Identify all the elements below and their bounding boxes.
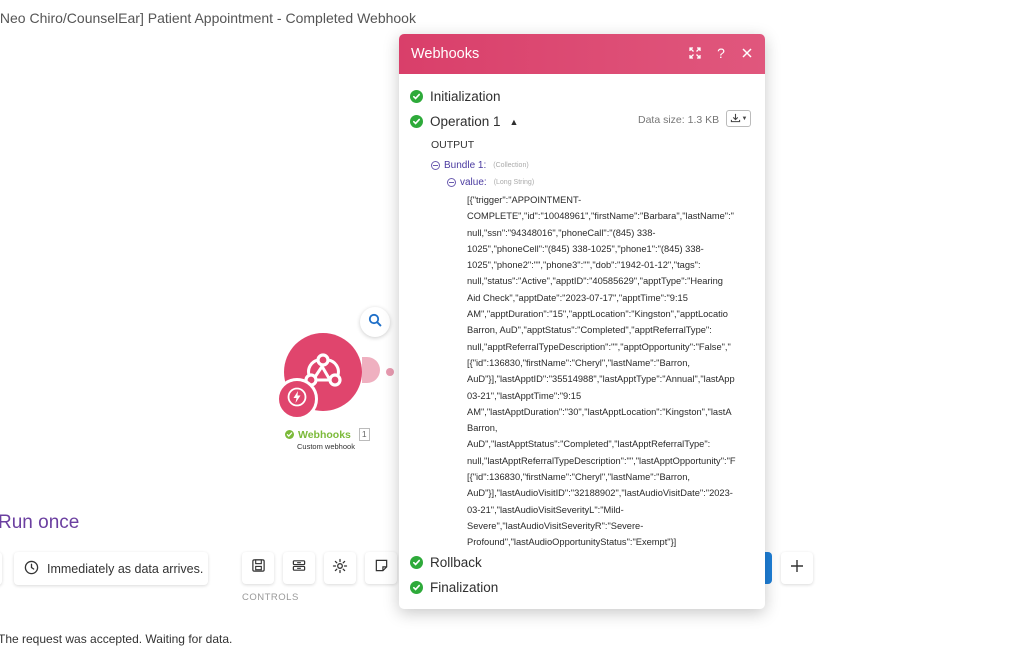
value-line: [{"id":136830,"firstName":"Cheryl","last… [467, 472, 690, 483]
value-line: AuD"}],"lastAudioVisitID":"32188902","la… [467, 488, 733, 499]
collapse-icon[interactable] [431, 161, 440, 170]
notes-icon [374, 558, 389, 578]
close-icon[interactable] [741, 46, 753, 60]
value-line: AM","lastApptDuration":"30","lastApptLoc… [467, 406, 732, 417]
data-size: Data size: 1.3 KB [638, 114, 720, 126]
value-content: [{"trigger":"APPOINTMENT- COMPLETE","id":… [467, 192, 753, 552]
value-node[interactable]: value: (Long String) [447, 177, 534, 188]
expand-icon[interactable] [689, 46, 701, 60]
value-line: Severe","lastAudioVisitSeverityR":"Sever… [467, 520, 644, 531]
value-line: AM","apptDuration":"15","apptLocation":"… [467, 309, 728, 320]
value-label: value: [460, 177, 487, 188]
save-icon [251, 558, 266, 578]
check-icon [410, 115, 423, 128]
step-label: Rollback [430, 555, 482, 570]
check-icon [285, 430, 294, 439]
clock-icon [24, 560, 39, 578]
value-line: 1025","phoneCell":"(845) 338-1025","phon… [467, 243, 704, 254]
value-line: null,"ssn":"94348016","phoneCall":"(845)… [467, 227, 656, 238]
webhooks-output-panel: Webhooks ? Initialization Operation 1 ▲ … [399, 34, 765, 609]
auto-align-button[interactable] [283, 552, 315, 584]
download-icon [730, 110, 741, 128]
add-button[interactable] [781, 552, 813, 584]
step-finalization[interactable]: Finalization [410, 580, 498, 595]
value-line: 03-21","lastApptTime":"9:15 [467, 390, 582, 401]
value-line: 03-21","lastAudioVisitSeverityL":"Mild- [467, 504, 624, 515]
status-message: The request was accepted. Waiting for da… [0, 632, 233, 646]
step-label: Initialization [430, 89, 501, 104]
bundle-1-node[interactable]: Bundle 1: (Collection) [431, 160, 529, 171]
check-icon [410, 556, 423, 569]
module-label: Webhooks 1 [285, 428, 370, 441]
value-line: null,"status":"Active","apptID":"4058562… [467, 276, 723, 287]
value-line: COMPLETE","id":"10048961","firstName":"B… [467, 211, 734, 222]
inspect-output-button[interactable] [360, 307, 390, 337]
instant-trigger-badge [276, 378, 318, 420]
caret-up-icon[interactable]: ▲ [510, 117, 519, 127]
value-line: AuD"}],"lastApptID":"35514988","lastAppt… [467, 374, 735, 385]
step-label: Finalization [430, 580, 499, 595]
value-line: null,"lastApptReferralTypeDescription":"… [467, 455, 736, 466]
notes-button[interactable] [365, 552, 397, 584]
step-label: Operation 1 [430, 114, 501, 129]
value-line: Barron, AuD","apptStatus":"Completed","a… [467, 325, 712, 336]
value-type: (Long String) [493, 179, 535, 186]
output-label: OUTPUT [431, 139, 475, 151]
step-operation-1[interactable]: Operation 1 ▲ [410, 114, 518, 129]
step-rollback[interactable]: Rollback [410, 555, 482, 570]
step-initialization[interactable]: Initialization [410, 89, 501, 104]
settings-button[interactable] [324, 552, 356, 584]
module-subtitle: Custom webhook [297, 442, 355, 451]
module-number-badge: 1 [358, 428, 370, 441]
module-name: Webhooks [298, 428, 351, 441]
panel-title: Webhooks [411, 46, 480, 62]
controls-label: CONTROLS [242, 592, 299, 603]
schedule-setting[interactable]: Immediately as data arrives. [14, 552, 208, 585]
bundle-type: (Collection) [493, 162, 529, 169]
run-button-edge[interactable] [0, 552, 2, 585]
value-line: [{"trigger":"APPOINTMENT- [467, 195, 582, 205]
check-icon [410, 90, 423, 103]
save-button[interactable] [242, 552, 274, 584]
scenario-title: [Neo Chiro/CounselEar] Patient Appointme… [0, 10, 416, 26]
help-icon[interactable]: ? [715, 46, 727, 60]
auto-align-icon [291, 558, 307, 578]
lightning-icon [287, 387, 307, 412]
run-once-label[interactable]: Run once [0, 512, 79, 534]
value-line: [{"id":136830,"firstName":"Cheryl","last… [467, 357, 690, 368]
download-output-button[interactable]: ▼ [726, 110, 751, 127]
value-line: Aid Check","apptDate":"2023-07-17","appt… [467, 292, 688, 303]
gear-icon [332, 558, 348, 579]
plus-icon [790, 559, 804, 578]
panel-header: Webhooks ? [399, 34, 765, 74]
value-line: Profound","lastAudioOpportunityStatus":"… [467, 537, 677, 548]
check-icon [410, 581, 423, 594]
bundle-label: Bundle 1: [444, 160, 487, 171]
collapse-icon[interactable] [447, 178, 456, 187]
module-connector[interactable] [362, 357, 380, 383]
search-icon [368, 313, 382, 332]
value-line: Barron, [467, 423, 498, 434]
schedule-label: Immediately as data arrives. [47, 561, 204, 576]
connector-dot [386, 368, 394, 376]
value-line: 1025","phone2":"","phone3":"","dob":"194… [467, 260, 701, 271]
value-line: null,"apptReferralTypeDescription":"","a… [467, 341, 731, 352]
caret-down-icon: ▼ [741, 115, 748, 122]
value-line: AuD","lastApptStatus":"Completed","lastA… [467, 439, 711, 450]
